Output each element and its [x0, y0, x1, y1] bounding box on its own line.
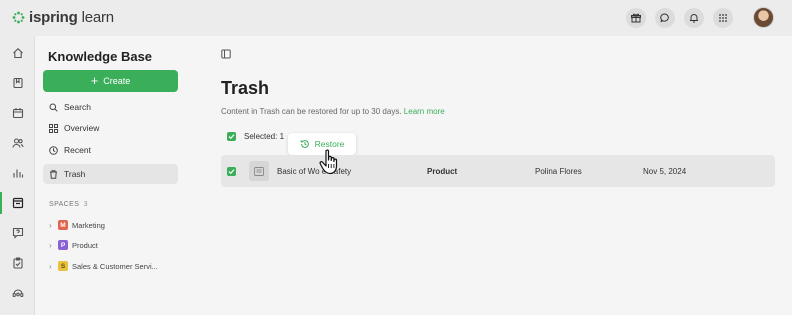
book-icon — [12, 77, 23, 89]
rail-home[interactable] — [0, 40, 35, 66]
hand-cursor-icon — [319, 149, 338, 175]
rail-questions[interactable] — [0, 220, 35, 246]
page-title: Trash — [221, 78, 270, 98]
top-bar: ispring learn — [0, 0, 792, 36]
rail-assignments[interactable] — [0, 250, 35, 276]
create-button-label: Create — [103, 76, 131, 86]
space-item-marketing[interactable]: › M Marketing — [49, 218, 105, 232]
sidebar-item-label: Overview — [64, 123, 100, 133]
restore-button-label: Restore — [314, 139, 345, 149]
chevron-right-icon[interactable]: › — [49, 241, 54, 250]
clock-icon — [49, 145, 58, 155]
rail-calendar[interactable] — [0, 100, 35, 126]
apps-grid-icon — [719, 13, 727, 22]
table-row[interactable]: Basic of Wo e Safety Product Polina Flor… — [221, 155, 775, 187]
user-avatar[interactable] — [753, 7, 774, 28]
ispring-logo-icon — [12, 11, 25, 24]
chevron-right-icon[interactable]: › — [49, 262, 54, 271]
spaces-heading: SPACES 3 — [49, 201, 88, 208]
create-button[interactable]: + Create — [43, 70, 178, 92]
panel-toggle-icon — [221, 49, 231, 59]
home-icon — [12, 48, 23, 59]
notifications-button[interactable] — [684, 7, 704, 28]
rail-courses[interactable] — [0, 70, 35, 96]
sidebar-item-label: Search — [64, 102, 91, 112]
chevron-right-icon[interactable]: › — [49, 221, 54, 230]
bell-icon — [690, 13, 698, 22]
support-icon — [12, 289, 23, 298]
check-icon — [228, 134, 235, 140]
item-space: Product — [427, 167, 458, 176]
sidebar-title: Knowledge Base — [48, 49, 153, 64]
icon-rail — [0, 36, 35, 315]
selection-bar: Selected: 1 — [227, 132, 284, 141]
sidebar-item-label: Recent — [64, 145, 91, 155]
document-icon — [249, 161, 269, 181]
learn-more-link[interactable]: Learn more — [404, 107, 445, 116]
row-checkbox[interactable] — [227, 167, 236, 176]
sidebar-item-search[interactable]: Search — [43, 97, 178, 117]
space-item-product[interactable]: › P Product — [49, 238, 98, 252]
rail-users[interactable] — [0, 130, 35, 156]
plus-icon: + — [90, 73, 99, 88]
space-label: Product — [72, 240, 98, 250]
space-badge: P — [58, 240, 68, 250]
space-label: Marketing — [72, 220, 105, 230]
chat-button[interactable] — [655, 7, 675, 28]
chat-icon — [660, 13, 669, 22]
knowledge-base-sidebar: Knowledge Base + Create Search Overview … — [35, 36, 186, 315]
rail-reports[interactable] — [0, 160, 35, 186]
check-icon — [228, 169, 235, 175]
item-author: Polina Flores — [535, 167, 582, 176]
trash-info-text: Content in Trash can be restored for up … — [221, 107, 445, 116]
rail-knowledge-base[interactable] — [0, 190, 35, 216]
logo-text: ispring learn — [29, 9, 114, 26]
assignments-icon — [12, 257, 23, 269]
apps-button[interactable] — [713, 7, 733, 28]
gift-button[interactable] — [626, 7, 646, 28]
trash-icon — [50, 169, 57, 179]
users-icon — [11, 138, 24, 148]
reports-icon — [12, 169, 23, 178]
sidebar-item-recent[interactable]: Recent — [43, 140, 178, 160]
grid-icon — [49, 123, 58, 133]
calendar-icon — [12, 108, 23, 119]
selected-count: Selected: 1 — [244, 132, 285, 141]
gift-icon — [631, 13, 641, 22]
main-content: Trash Content in Trash can be restored f… — [186, 36, 792, 315]
sidebar-item-label: Trash — [64, 169, 86, 179]
space-item-sales[interactable]: › S Sales & Customer Servi... — [49, 259, 158, 273]
select-all-checkbox[interactable] — [227, 132, 236, 141]
rail-support[interactable] — [0, 280, 35, 306]
restore-icon — [300, 140, 309, 148]
sidebar-toggle-button[interactable] — [221, 46, 231, 64]
item-date: Nov 5, 2024 — [643, 167, 687, 176]
sidebar-item-overview[interactable]: Overview — [43, 118, 178, 138]
space-badge: M — [58, 220, 68, 230]
space-label: Sales & Customer Servi... — [72, 261, 158, 271]
sidebar-item-trash[interactable]: Trash — [43, 164, 178, 184]
space-badge: S — [58, 261, 68, 271]
knowledge-base-icon — [12, 197, 23, 209]
ispring-logo[interactable]: ispring learn — [12, 9, 114, 26]
search-icon — [49, 103, 58, 112]
question-icon — [12, 227, 23, 239]
spaces-count: 3 — [83, 201, 88, 208]
